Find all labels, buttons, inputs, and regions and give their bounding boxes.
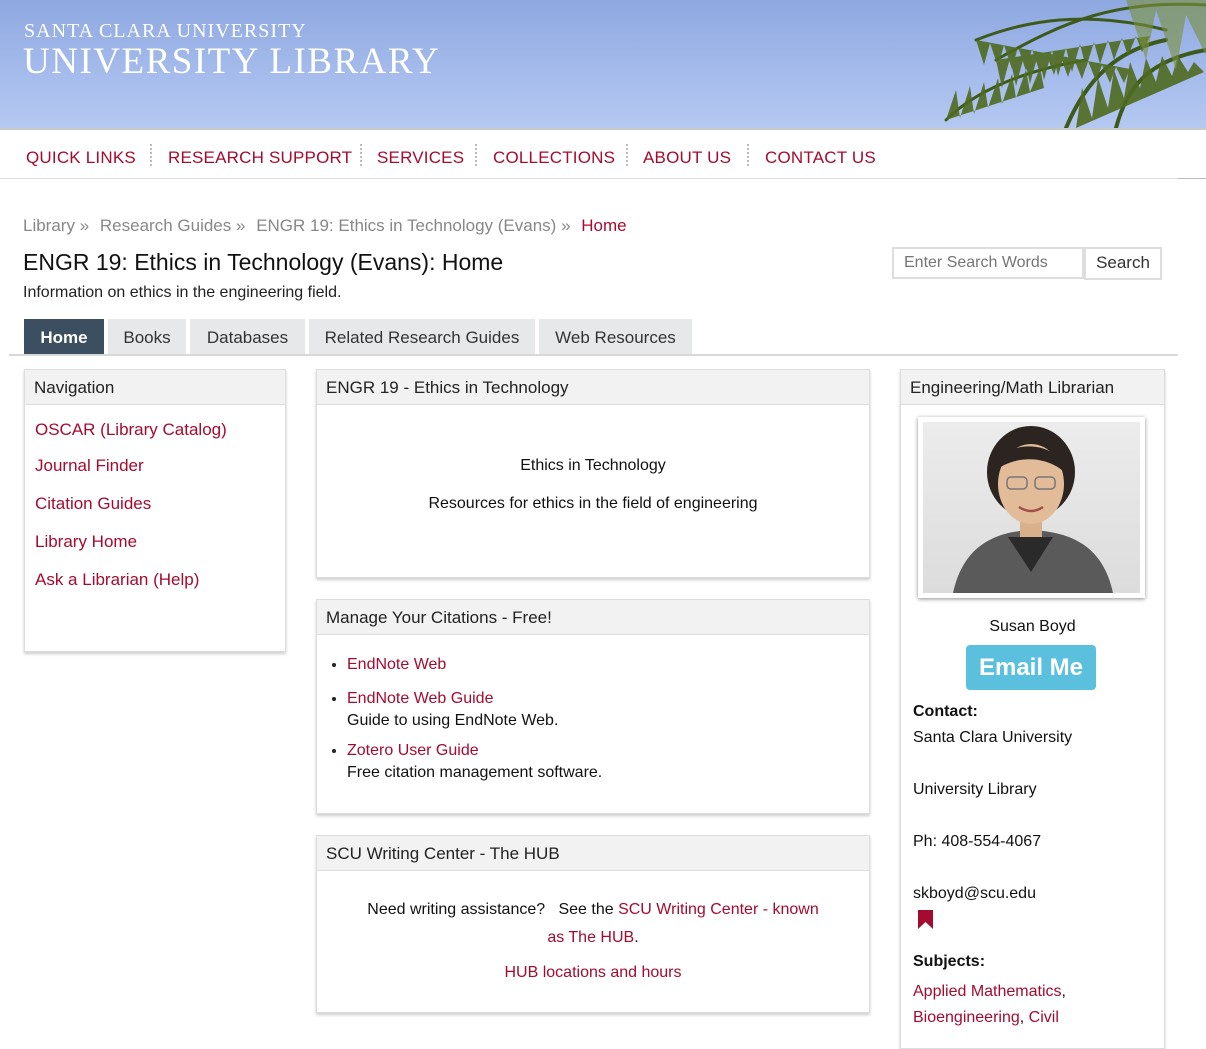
nav-underline [0, 178, 1206, 179]
contact-label: Contact: [913, 703, 978, 720]
subject-bioengineering[interactable]: Bioengineering [913, 1009, 1020, 1026]
breadcrumb-separator: » [235, 216, 246, 235]
panel-title: ENGR 19 - Ethics in Technology [317, 370, 869, 405]
main-nav: QUICK LINKS RESEARCH SUPPORT SERVICES CO… [0, 130, 1206, 178]
item-description: Guide to using EndNote Web. [347, 712, 559, 729]
breadcrumb-separator: » [79, 216, 90, 235]
subject-separator: , [1061, 983, 1066, 1000]
header-banner: SANTA CLARA UNIVERSITY UNIVERSITY LIBRAR… [0, 0, 1206, 128]
nav-contact-us[interactable]: CONTACT US [765, 148, 876, 168]
nav-research-support[interactable]: RESEARCH SUPPORT [168, 148, 352, 168]
palm-tree-image [944, 0, 1206, 128]
nav-services[interactable]: SERVICES [377, 148, 464, 168]
hub-intro-text: Need writing assistance? See the [367, 901, 619, 918]
ethics-panel: ENGR 19 - Ethics in Technology Ethics in… [316, 369, 870, 578]
nav-collections[interactable]: COLLECTIONS [493, 148, 615, 168]
ethics-subheading: Resources for ethics in the field of eng… [428, 495, 758, 512]
nav-link-oscar[interactable]: OSCAR (Library Catalog) [35, 420, 227, 440]
hub-hours-link[interactable]: HUB locations and hours [317, 964, 869, 982]
list-item: EndNote Web Guide Guide to using EndNote … [347, 686, 602, 730]
page-title: ENGR 19: Ethics in Technology (Evans): H… [23, 249, 504, 275]
endnote-web-link[interactable]: EndNote Web [347, 656, 446, 673]
nav-quick-links[interactable]: QUICK LINKS [26, 148, 136, 168]
nav-about-us[interactable]: ABOUT US [643, 148, 731, 168]
breadcrumb-current: Home [581, 216, 627, 235]
hub-period: . [634, 929, 639, 946]
bookmark-icon[interactable] [917, 909, 934, 930]
contact-department: University Library [913, 781, 1037, 798]
subjects-list: Applied Mathematics, Bioengineering, Civ… [913, 979, 1153, 1031]
search-input[interactable] [892, 247, 1084, 279]
nav-divider [360, 144, 362, 166]
panel-title: Navigation [25, 370, 285, 405]
search-button[interactable]: Search [1084, 247, 1162, 280]
nav-divider [150, 144, 152, 166]
writing-center-link[interactable]: SCU Writing Center - known [618, 901, 819, 918]
item-description: Free citation management software. [347, 764, 603, 781]
citations-panel: Manage Your Citations - Free! EndNote We… [316, 599, 870, 814]
nav-divider [475, 144, 477, 166]
librarian-portrait-image [953, 426, 1113, 593]
library-name[interactable]: UNIVERSITY LIBRARY [23, 40, 440, 83]
zotero-guide-link[interactable]: Zotero User Guide [347, 742, 479, 759]
hub-panel: SCU Writing Center - The HUB Need writin… [316, 835, 870, 1013]
subject-civil[interactable]: Civil [1029, 1009, 1059, 1026]
list-item: EndNote Web [347, 652, 602, 678]
panel-title: SCU Writing Center - The HUB [317, 836, 869, 871]
tab-home[interactable]: Home [24, 319, 104, 354]
writing-center-link-cont[interactable]: as The HUB [547, 929, 634, 946]
breadcrumb: Library » Research Guides » ENGR 19: Eth… [23, 216, 633, 236]
nav-underline-accent [1178, 178, 1206, 179]
tab-web-resources[interactable]: Web Resources [539, 319, 692, 354]
breadcrumb-library[interactable]: Library [23, 216, 75, 235]
nav-link-citation-guides[interactable]: Citation Guides [35, 494, 151, 514]
nav-link-ask-librarian[interactable]: Ask a Librarian (Help) [35, 570, 199, 590]
contact-phone: Ph: 408-554-4067 [913, 833, 1042, 850]
subject-separator: , [1019, 1009, 1025, 1026]
tab-databases[interactable]: Databases [190, 319, 305, 354]
contact-institution: Santa Clara University [913, 729, 1073, 746]
breadcrumb-research-guides[interactable]: Research Guides [100, 216, 231, 235]
nav-divider [747, 144, 749, 166]
endnote-guide-link[interactable]: EndNote Web Guide [347, 690, 493, 707]
citations-list: EndNote Web EndNote Web Guide Guide to us… [321, 652, 602, 790]
nav-divider [626, 144, 628, 166]
tab-books[interactable]: Books [108, 319, 186, 354]
nav-link-library-home[interactable]: Library Home [35, 532, 137, 552]
librarian-name: Susan Boyd [989, 618, 1076, 635]
ethics-heading: Ethics in Technology [520, 457, 666, 474]
hub-text: Need writing assistance? See the SCU Wri… [317, 896, 869, 952]
breadcrumb-guide[interactable]: ENGR 19: Ethics in Technology (Evans) [256, 216, 556, 235]
tab-underline [9, 354, 1178, 356]
navigation-panel: Navigation OSCAR (Library Catalog) Journ… [24, 369, 286, 652]
contact-email: skboyd@scu.edu [913, 885, 1036, 902]
librarian-photo [918, 417, 1145, 598]
breadcrumb-separator: » [561, 216, 571, 235]
tab-related-research-guides[interactable]: Related Research Guides [309, 319, 535, 354]
subjects-label: Subjects: [913, 953, 986, 970]
panel-title: Manage Your Citations - Free! [317, 600, 869, 635]
panel-title: Engineering/Math Librarian [901, 370, 1164, 405]
nav-link-journal-finder[interactable]: Journal Finder [35, 456, 144, 476]
email-me-button[interactable]: Email Me [966, 645, 1096, 690]
page-description: Information on ethics in the engineering… [23, 284, 342, 301]
subject-applied-mathematics[interactable]: Applied Mathematics [913, 983, 1062, 1000]
list-item: Zotero User Guide Free citation managemen… [347, 738, 602, 782]
